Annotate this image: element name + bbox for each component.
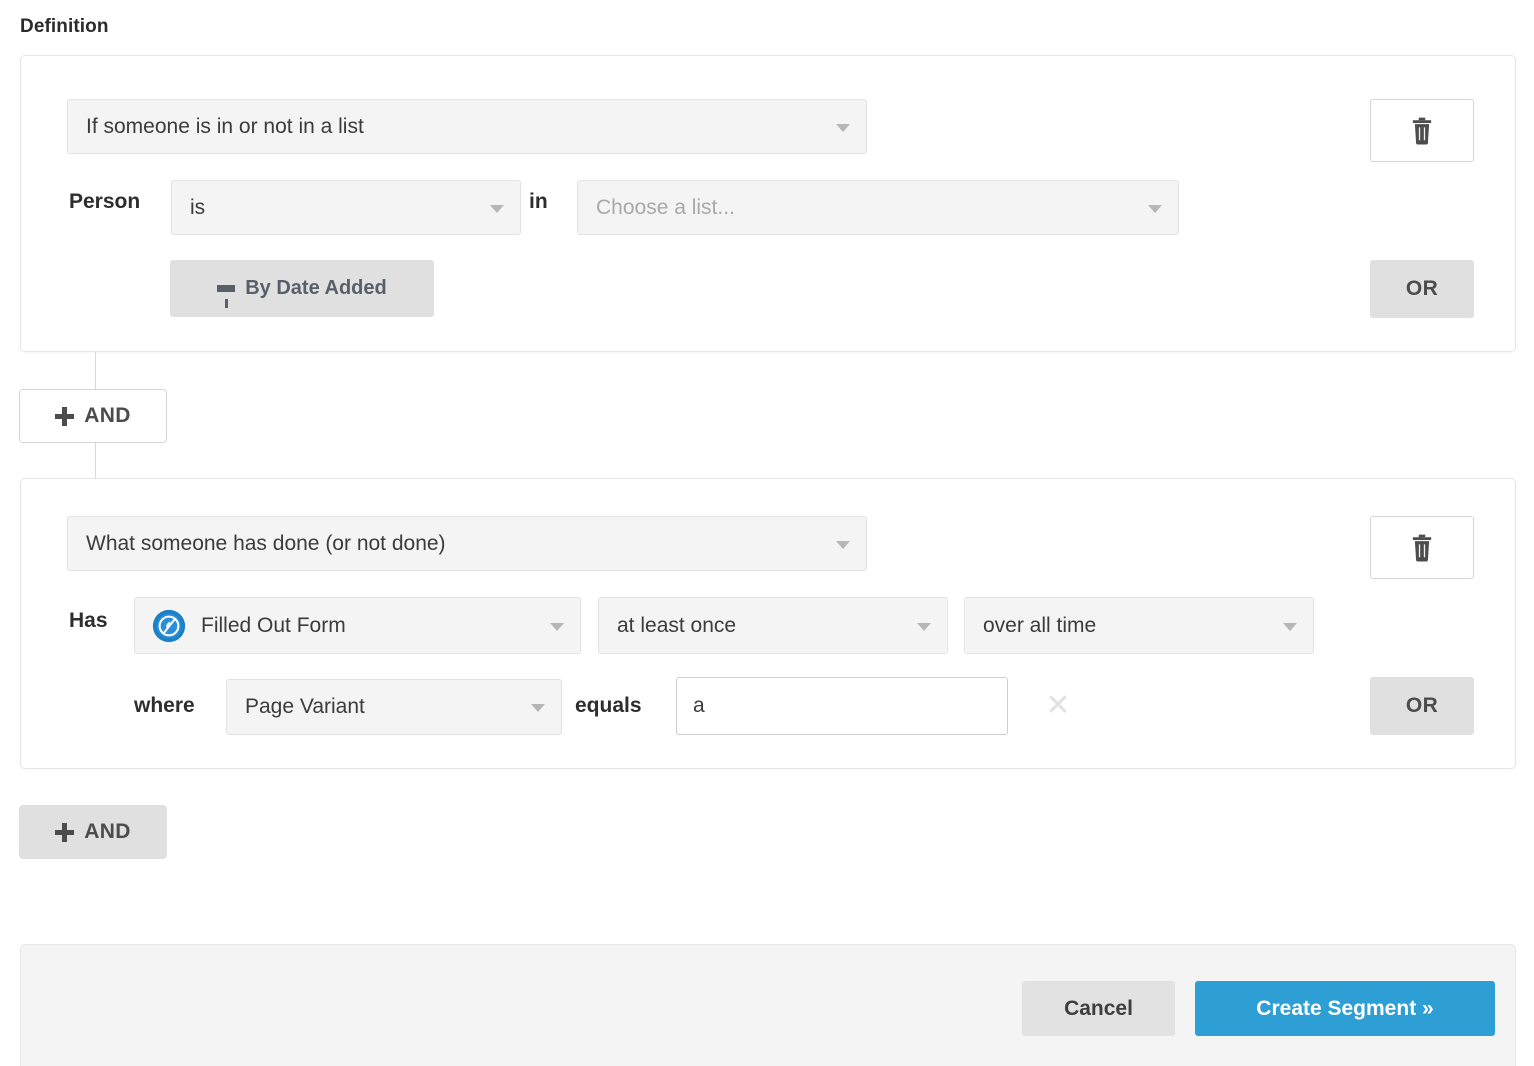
subject-label-1: Person — [69, 190, 140, 214]
add-and-condition-button-1[interactable]: AND — [19, 389, 167, 443]
add-and-condition-button-2[interactable]: AND — [19, 805, 167, 859]
list-placeholder-1: Choose a list... — [596, 196, 735, 220]
property-select-2[interactable]: Page Variant — [226, 679, 562, 735]
cancel-label: Cancel — [1064, 997, 1133, 1021]
condition-type-select-1[interactable]: If someone is in or not in a list — [67, 99, 867, 154]
property-value-input-2[interactable]: a — [676, 677, 1008, 735]
metric-select-2[interactable]: Filled Out Form — [134, 597, 581, 654]
chevron-down-icon — [1283, 623, 1297, 631]
trash-icon — [1409, 534, 1435, 562]
add-and-label-1: AND — [84, 404, 130, 428]
chevron-down-icon — [1148, 205, 1162, 213]
condition-type-label-2: What someone has done (or not done) — [86, 532, 446, 556]
add-and-label-2: AND — [84, 820, 130, 844]
subject-label-2: Has — [69, 609, 108, 633]
property-value-2: Page Variant — [245, 695, 365, 719]
or-label-2: OR — [1406, 694, 1438, 718]
filter-icon — [217, 285, 235, 292]
by-date-added-button[interactable]: By Date Added — [170, 260, 434, 317]
chevron-down-icon — [836, 541, 850, 549]
frequency-value-2: at least once — [617, 614, 736, 638]
connector-line-bottom — [95, 442, 96, 478]
condition-type-label-1: If someone is in or not in a list — [86, 115, 364, 139]
create-segment-button[interactable]: Create Segment » — [1195, 981, 1495, 1036]
close-icon[interactable]: ✕ — [1041, 689, 1075, 723]
operator-value-1: is — [190, 196, 205, 220]
delete-condition-button-1[interactable] — [1370, 99, 1474, 162]
delete-condition-button-2[interactable] — [1370, 516, 1474, 579]
chevron-down-icon — [490, 205, 504, 213]
segment-definition-page: Definition If someone is in or not in a … — [0, 0, 1534, 1066]
or-button-1[interactable]: OR — [1370, 260, 1474, 318]
create-segment-label: Create Segment » — [1256, 997, 1433, 1021]
metric-value-2: Filled Out Form — [201, 614, 346, 638]
footer-bar: Cancel Create Segment » — [20, 944, 1516, 1066]
where-label-2: where — [134, 694, 195, 718]
cancel-button[interactable]: Cancel — [1022, 981, 1175, 1036]
plus-icon — [55, 823, 74, 842]
frequency-select-2[interactable]: at least once — [598, 597, 948, 654]
chevron-down-icon — [531, 704, 545, 712]
timeframe-value-2: over all time — [983, 614, 1096, 638]
by-date-added-label: By Date Added — [245, 277, 387, 300]
trash-icon — [1409, 117, 1435, 145]
comparator-label-2: equals — [575, 694, 642, 718]
page-title: Definition — [20, 16, 109, 38]
chevron-down-icon — [836, 124, 850, 132]
chevron-down-icon — [917, 623, 931, 631]
joiner-word-1: in — [529, 190, 548, 214]
list-select-1[interactable]: Choose a list... — [577, 180, 1179, 235]
or-button-2[interactable]: OR — [1370, 677, 1474, 735]
connector-line-top — [95, 352, 96, 390]
plus-icon — [55, 407, 74, 426]
operator-select-1[interactable]: is — [171, 180, 521, 235]
chevron-down-icon — [550, 623, 564, 631]
condition-type-select-2[interactable]: What someone has done (or not done) — [67, 516, 867, 571]
condition-card-1: If someone is in or not in a list Person… — [20, 55, 1516, 352]
or-label-1: OR — [1406, 277, 1438, 301]
condition-card-2: What someone has done (or not done) Has … — [20, 478, 1516, 769]
integration-logo-icon — [152, 609, 186, 643]
timeframe-select-2[interactable]: over all time — [964, 597, 1314, 654]
